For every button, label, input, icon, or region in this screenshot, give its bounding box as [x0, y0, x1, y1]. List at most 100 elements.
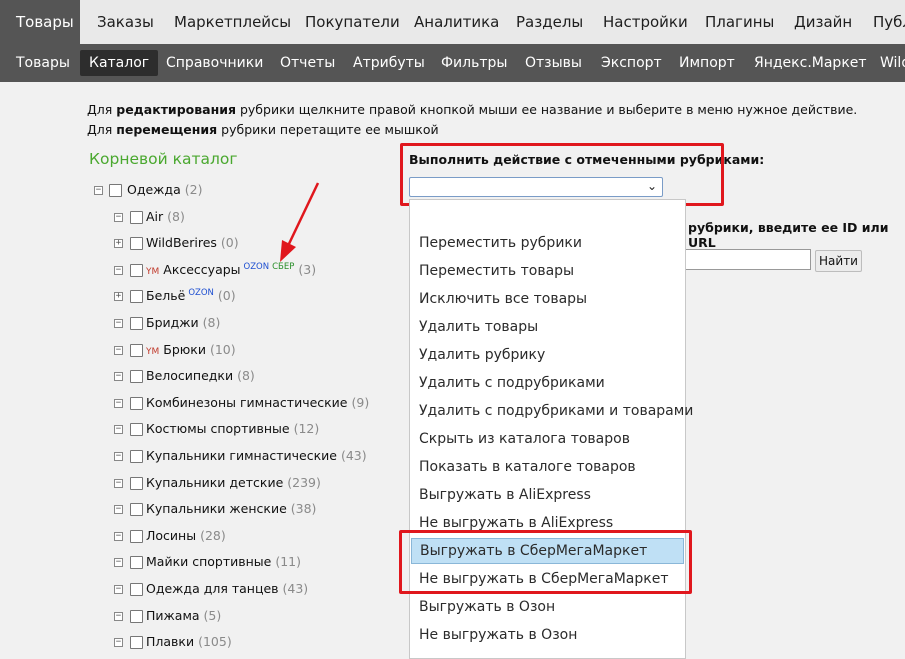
dropdown-option[interactable]: Удалить с подрубриками и товарами — [410, 398, 693, 424]
tree-checkbox[interactable] — [130, 237, 143, 250]
find-category-input[interactable] — [684, 249, 811, 270]
dropdown-option[interactable]: Показать в каталоге товаров — [410, 454, 685, 480]
collapse-icon[interactable]: − — [114, 532, 123, 541]
root-catalog-title[interactable]: Корневой каталог — [89, 150, 238, 168]
collapse-icon[interactable]: − — [114, 452, 123, 461]
tree-item-label[interactable]: Костюмы спортивные (12) — [146, 421, 319, 436]
tree-checkbox[interactable] — [130, 317, 143, 330]
tree-item-count: (38) — [290, 501, 317, 516]
tree-item-label[interactable]: Air (8) — [146, 209, 185, 224]
top-nav-settings[interactable]: Настройки — [603, 0, 688, 44]
tree-item-label[interactable]: Плавки (105) — [146, 634, 232, 649]
tree-item-name: Аксессуары — [163, 262, 241, 277]
tree-item-label[interactable]: Бриджи (8) — [146, 315, 220, 330]
dropdown-option[interactable]: Переместить товары — [410, 258, 685, 284]
sub-nav-attributes[interactable]: Атрибуты — [353, 44, 425, 82]
collapse-icon[interactable]: − — [114, 505, 123, 514]
tree-checkbox[interactable] — [130, 450, 143, 463]
ozon-badge: OZON — [188, 288, 214, 298]
tree-item-label[interactable]: Одежда (2) — [127, 182, 202, 197]
tree-item-label[interactable]: Майки спортивные (11) — [146, 554, 301, 569]
collapse-icon[interactable]: − — [114, 425, 123, 434]
dropdown-option[interactable]: Переместить рубрики — [410, 230, 685, 256]
collapse-icon[interactable]: − — [114, 213, 123, 222]
sub-nav-directories[interactable]: Справочники — [166, 44, 263, 82]
tree-checkbox[interactable] — [130, 610, 143, 623]
collapse-icon[interactable]: − — [114, 346, 123, 355]
tree-item-label[interactable]: WildBerires (0) — [146, 235, 239, 250]
tree-item-label[interactable]: Купальники гимнастические (43) — [146, 448, 367, 463]
tree-checkbox[interactable] — [130, 556, 143, 569]
collapse-icon[interactable]: − — [114, 638, 123, 647]
tree-item-count: (9) — [351, 395, 370, 410]
tree-item-label[interactable]: Велосипедки (8) — [146, 368, 255, 383]
top-nav-sections[interactable]: Разделы — [516, 0, 583, 44]
tree-checkbox[interactable] — [130, 530, 143, 543]
dropdown-option[interactable]: Выгружать в Озон — [410, 594, 685, 620]
find-button[interactable]: Найти — [815, 250, 862, 272]
tree-checkbox[interactable] — [130, 583, 143, 596]
tree-checkbox[interactable] — [130, 290, 143, 303]
dropdown-option[interactable]: Удалить с подрубриками — [410, 370, 685, 396]
sub-nav-reports[interactable]: Отчеты — [280, 44, 335, 82]
tree-item-label[interactable]: Комбинезоны гимнастические (9) — [146, 395, 369, 410]
tree-item-label[interactable]: Пижама (5) — [146, 608, 221, 623]
dropdown-option[interactable]: Удалить рубрику — [410, 342, 685, 368]
tree-item-label[interactable]: Купальники детские (239) — [146, 475, 321, 490]
tree-item-name: Купальники гимнастические — [146, 448, 337, 463]
tree-checkbox[interactable] — [130, 370, 143, 383]
tree-checkbox[interactable] — [130, 423, 143, 436]
sub-nav-import[interactable]: Импорт — [679, 44, 735, 82]
instruction-move: Для перемещения рубрики перетащите ее мы… — [87, 122, 439, 137]
top-nav-design[interactable]: Дизайн — [794, 0, 852, 44]
tree-item-label[interactable]: Лосины (28) — [146, 528, 226, 543]
tree-item-name: Одежда — [127, 182, 181, 197]
dropdown-option[interactable]: Скрыть из каталога товаров — [410, 426, 685, 452]
collapse-icon[interactable]: − — [94, 186, 103, 195]
collapse-icon[interactable]: − — [114, 372, 123, 381]
tree-item-label[interactable]: YM Брюки (10) — [146, 342, 236, 357]
expand-icon[interactable]: + — [114, 292, 123, 301]
tree-checkbox[interactable] — [130, 211, 143, 224]
top-nav-zakazy[interactable]: Заказы — [97, 0, 154, 44]
dropdown-option[interactable]: Исключить все товары — [410, 286, 685, 312]
sub-nav-tovary[interactable]: Товары — [16, 44, 70, 82]
top-nav-plugins[interactable]: Плагины — [705, 0, 774, 44]
top-nav-marketplaces[interactable]: Маркетплейсы — [174, 0, 291, 44]
collapse-icon[interactable]: − — [114, 266, 123, 275]
collapse-icon[interactable]: − — [114, 479, 123, 488]
dropdown-option[interactable]: Выгружать в AliExpress — [410, 482, 685, 508]
find-category-label: рубрики, введите ее ID или URL — [688, 220, 889, 250]
sub-nav-export[interactable]: Экспорт — [601, 44, 662, 82]
dropdown-option[interactable]: Удалить товары — [410, 314, 685, 340]
sub-nav-wild[interactable]: Wild — [880, 44, 905, 82]
tree-checkbox[interactable] — [130, 477, 143, 490]
expand-icon[interactable]: + — [114, 239, 123, 248]
collapse-icon[interactable]: − — [114, 612, 123, 621]
tree-checkbox[interactable] — [130, 344, 143, 357]
collapse-icon[interactable]: − — [114, 399, 123, 408]
tree-item-label[interactable]: Бельё OZON (0) — [146, 288, 236, 303]
tree-item-label[interactable]: Купальники женские (38) — [146, 501, 316, 516]
top-nav-tovary[interactable]: Товары — [0, 0, 80, 44]
sub-nav-filters[interactable]: Фильтры — [441, 44, 507, 82]
sub-nav-yandex-market[interactable]: Яндекс.Маркет — [754, 44, 867, 82]
top-nav-buyers[interactable]: Покупатели — [305, 0, 400, 44]
tree-checkbox[interactable] — [130, 503, 143, 516]
tree-item-label[interactable]: Одежда для танцев (43) — [146, 581, 308, 596]
collapse-icon[interactable]: − — [114, 585, 123, 594]
top-nav-analytics[interactable]: Аналитика — [414, 0, 499, 44]
tree-checkbox[interactable] — [130, 397, 143, 410]
collapse-icon[interactable]: − — [114, 558, 123, 567]
top-nav-publ[interactable]: Публ — [873, 0, 905, 44]
instruction-text: Для — [87, 102, 117, 117]
tree-checkbox[interactable] — [130, 264, 143, 277]
sub-nav-catalog[interactable]: Каталог — [80, 50, 159, 76]
collapse-icon[interactable]: − — [114, 319, 123, 328]
dropdown-option[interactable]: Не выгружать в Озон — [410, 622, 685, 648]
tree-checkbox[interactable] — [130, 636, 143, 649]
tree-item-count: (43) — [340, 448, 367, 463]
tree-item-count: (10) — [209, 342, 236, 357]
sub-nav-reviews[interactable]: Отзывы — [525, 44, 582, 82]
tree-checkbox[interactable] — [109, 184, 122, 197]
